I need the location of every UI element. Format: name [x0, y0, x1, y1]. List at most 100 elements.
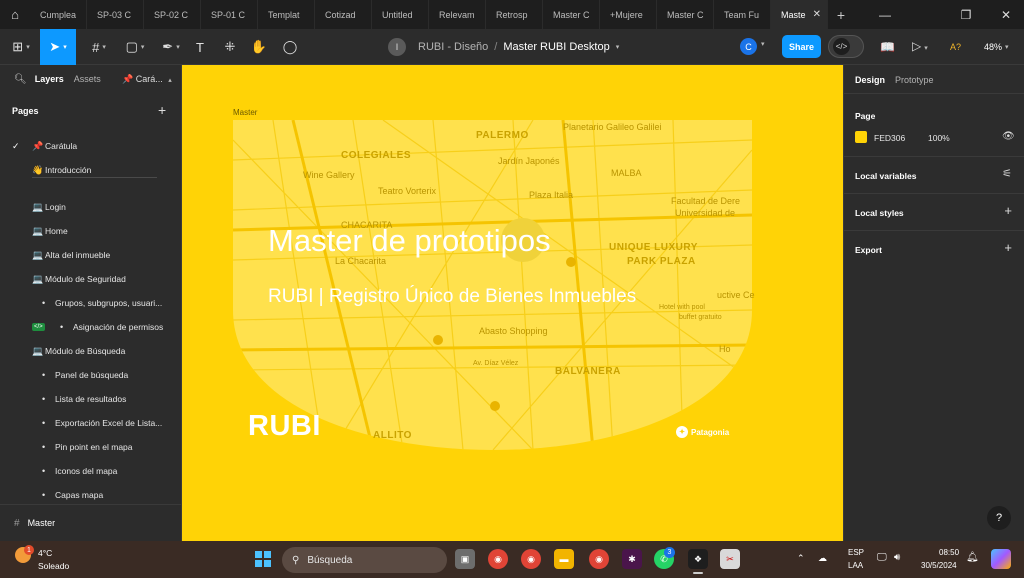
search-icon[interactable]: 🔍︎: [14, 74, 27, 85]
variables-icon[interactable]: ⚟: [1002, 167, 1012, 180]
page-item[interactable]: • Lista de resultados: [0, 387, 182, 411]
browser-tab[interactable]: Relevam: [429, 0, 486, 29]
pen-tool-button[interactable]: ✒ ▾: [154, 29, 188, 65]
tab-design[interactable]: Design: [855, 75, 885, 85]
move-tool-button[interactable]: ➤ ▾: [40, 29, 76, 65]
slack-icon[interactable]: ✱: [622, 549, 642, 569]
missing-fonts-indicator[interactable]: A?: [950, 29, 961, 65]
project-name[interactable]: RUBI - Diseño: [418, 41, 488, 53]
file-name[interactable]: Master RUBI Desktop: [503, 41, 609, 53]
tab-layers[interactable]: Layers: [35, 74, 64, 84]
page-item[interactable]: ✓ 📌 Carátula: [0, 134, 182, 158]
notifications-icon[interactable]: 🔔︎: [966, 552, 979, 563]
add-style-icon[interactable]: +: [1004, 203, 1012, 218]
browser-tab[interactable]: Master C: [657, 0, 714, 29]
chevron-up-icon[interactable]: ⌃: [797, 553, 805, 564]
figma-icon[interactable]: ❖: [688, 549, 708, 574]
page-item[interactable]: • Grupos, subgrupos, usuari...: [0, 291, 182, 315]
weather-desc[interactable]: Soleado: [38, 561, 69, 571]
add-page-icon[interactable]: +: [158, 102, 166, 118]
cover-frame[interactable]: PALERMO Planetario Galileo Galilei COLEG…: [233, 120, 755, 450]
page-item[interactable]: 💻 Home: [0, 219, 182, 243]
task-view-icon[interactable]: ▣: [455, 549, 475, 569]
file-title[interactable]: I RUBI - Diseño / Master RUBI Desktop ▾: [388, 29, 619, 65]
frame-label[interactable]: Master: [233, 108, 257, 117]
current-page-picker[interactable]: 📌 Cará... ▴: [122, 74, 172, 85]
tab-assets[interactable]: Assets: [74, 74, 101, 84]
library-icon[interactable]: 📖: [880, 40, 895, 54]
zoom-menu[interactable]: 48% ▾: [984, 29, 1009, 65]
page-color-swatch[interactable]: [855, 131, 867, 143]
chevron-down-icon[interactable]: ▾: [616, 43, 620, 51]
chrome-work-icon[interactable]: ◉: [589, 549, 609, 569]
page-item[interactable]: 💻 Alta del inmueble: [0, 243, 182, 267]
clock-time[interactable]: 08:50: [939, 548, 959, 557]
snipping-tool-icon[interactable]: ✂: [720, 549, 740, 569]
shape-tool-button[interactable]: ▢ ▾: [118, 29, 152, 65]
frame-tool-button[interactable]: # ▾: [82, 29, 116, 65]
page-color-opacity[interactable]: 100%: [928, 133, 950, 143]
page-item[interactable]: 💻 Módulo de Seguridad: [0, 267, 182, 291]
present-button[interactable]: ▷ ▾: [912, 39, 928, 53]
browser-tab[interactable]: +Mujere: [600, 0, 657, 29]
user-avatar[interactable]: C: [740, 38, 757, 55]
browser-tab[interactable]: Team Fu: [714, 0, 771, 29]
canvas[interactable]: Master PALERMO Planetario Galileo Galile…: [182, 65, 843, 541]
comment-tool-button[interactable]: ◯: [279, 29, 301, 65]
browser-tab[interactable]: SP-02 C: [144, 0, 201, 29]
page-icon: 💻: [32, 345, 44, 356]
new-tab-button[interactable]: +: [828, 7, 854, 23]
chrome-icon[interactable]: ◉: [488, 549, 508, 569]
cloud-icon[interactable]: ☁: [818, 553, 827, 564]
page-item[interactable]: • Exportación Excel de Lista...: [0, 411, 182, 435]
text-tool-button[interactable]: T: [190, 29, 210, 65]
main-menu-button[interactable]: ⊞ ▾: [4, 29, 38, 65]
clock-date[interactable]: 30/5/2024: [921, 561, 957, 570]
layer-row[interactable]: # Master: [0, 504, 182, 541]
language-top[interactable]: ESP: [848, 548, 864, 557]
home-icon[interactable]: ⌂: [0, 0, 30, 29]
minimize-icon[interactable]: —: [865, 0, 905, 29]
map-label: Jardín Japonés: [498, 156, 560, 166]
close-window-icon[interactable]: ✕: [988, 0, 1024, 29]
browser-tab[interactable]: SP-03 C: [87, 0, 144, 29]
page-color-hex[interactable]: FED306: [874, 133, 905, 143]
browser-tab[interactable]: Cotizad: [315, 0, 372, 29]
taskbar-search[interactable]: ⚲ Búsqueda: [282, 547, 447, 573]
local-variables-section[interactable]: Local variables ⚟: [844, 156, 1024, 193]
chrome-profile-icon[interactable]: ◉: [521, 549, 541, 569]
browser-tab[interactable]: Retrosp: [486, 0, 543, 29]
file-explorer-icon[interactable]: ▬: [554, 549, 574, 569]
dev-mode-toggle[interactable]: </>: [828, 35, 864, 58]
chevron-down-icon[interactable]: ▾: [761, 40, 765, 48]
page-item[interactable]: • Panel de búsqueda: [0, 363, 182, 387]
eye-icon[interactable]: 👁︎: [1002, 131, 1015, 142]
copilot-icon[interactable]: [991, 549, 1011, 569]
language-bottom[interactable]: LAA: [848, 561, 863, 570]
page-item[interactable]: 💻 Login: [0, 195, 182, 219]
page-item[interactable]: • Iconos del mapa: [0, 459, 182, 483]
tab-prototype[interactable]: Prototype: [895, 75, 934, 85]
page-icon: •: [42, 370, 46, 380]
help-button[interactable]: ?: [987, 506, 1011, 530]
resources-tool-button[interactable]: ⁜: [220, 29, 240, 65]
start-button[interactable]: [255, 551, 271, 567]
network-icon[interactable]: 🖵: [877, 552, 887, 563]
page-item[interactable]: 👋 Introducción: [0, 158, 182, 182]
page-item[interactable]: • </> Asignación de permisos: [0, 315, 182, 339]
close-tab-icon[interactable]: ✕: [813, 9, 821, 20]
share-button[interactable]: Share: [782, 35, 821, 58]
volume-icon[interactable]: 🔊︎: [894, 552, 900, 563]
tab-active[interactable]: Maste ✕: [771, 0, 828, 29]
restore-icon[interactable]: ❐: [946, 0, 986, 29]
browser-tab[interactable]: Templat: [258, 0, 315, 29]
browser-tab[interactable]: Cumplea: [30, 0, 87, 29]
weather-temp[interactable]: 4°C: [38, 548, 52, 558]
page-item[interactable]: 💻 Módulo de Búsqueda: [0, 339, 182, 363]
add-export-icon[interactable]: +: [1004, 240, 1012, 255]
hand-tool-button[interactable]: ✋: [248, 29, 270, 65]
browser-tab[interactable]: Master C: [543, 0, 600, 29]
page-item[interactable]: • Pin point en el mapa: [0, 435, 182, 459]
browser-tab[interactable]: Untitled: [372, 0, 429, 29]
browser-tab[interactable]: SP-01 C: [201, 0, 258, 29]
